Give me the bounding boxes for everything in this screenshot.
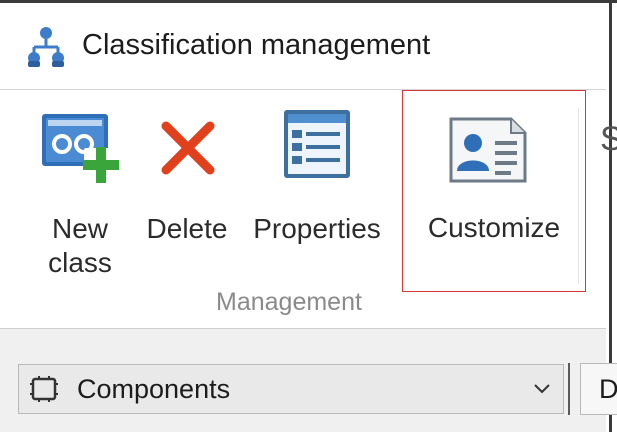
new-class-label: New class bbox=[48, 213, 112, 278]
window-title: Classification management bbox=[82, 29, 431, 61]
components-dropdown-value: Components bbox=[77, 374, 231, 404]
title-bar: Classification management bbox=[0, 3, 606, 89]
properties-icon bbox=[284, 110, 350, 178]
chevron-down-icon[interactable] bbox=[531, 377, 553, 399]
delete-label: Delete bbox=[146, 213, 228, 244]
customize-card-icon bbox=[449, 117, 527, 183]
properties-label: Properties bbox=[253, 213, 381, 244]
components-dropdown[interactable]: Components bbox=[18, 364, 564, 414]
ribbon-group-divider bbox=[578, 108, 579, 284]
lower-toolbar: Components D bbox=[0, 329, 617, 432]
new-class-icon bbox=[42, 114, 119, 183]
tab-stub-text: D bbox=[599, 374, 617, 404]
org-chart-icon bbox=[28, 27, 64, 67]
delete-x-icon bbox=[161, 121, 215, 175]
panel-edge bbox=[568, 363, 570, 415]
ribbon: New class Delete Properties Customize Ma… bbox=[0, 90, 617, 328]
customize-button[interactable]: Customize bbox=[402, 90, 586, 292]
new-class-button[interactable]: New class bbox=[30, 108, 130, 298]
delete-button[interactable]: Delete bbox=[142, 108, 232, 258]
ribbon-group-label: Management bbox=[216, 288, 362, 316]
component-icon bbox=[30, 376, 58, 402]
customize-label: Customize bbox=[427, 212, 561, 243]
next-group-cutoff: S bbox=[600, 120, 617, 158]
properties-button[interactable]: Properties bbox=[244, 108, 390, 258]
tab-stub[interactable]: D bbox=[580, 363, 617, 415]
